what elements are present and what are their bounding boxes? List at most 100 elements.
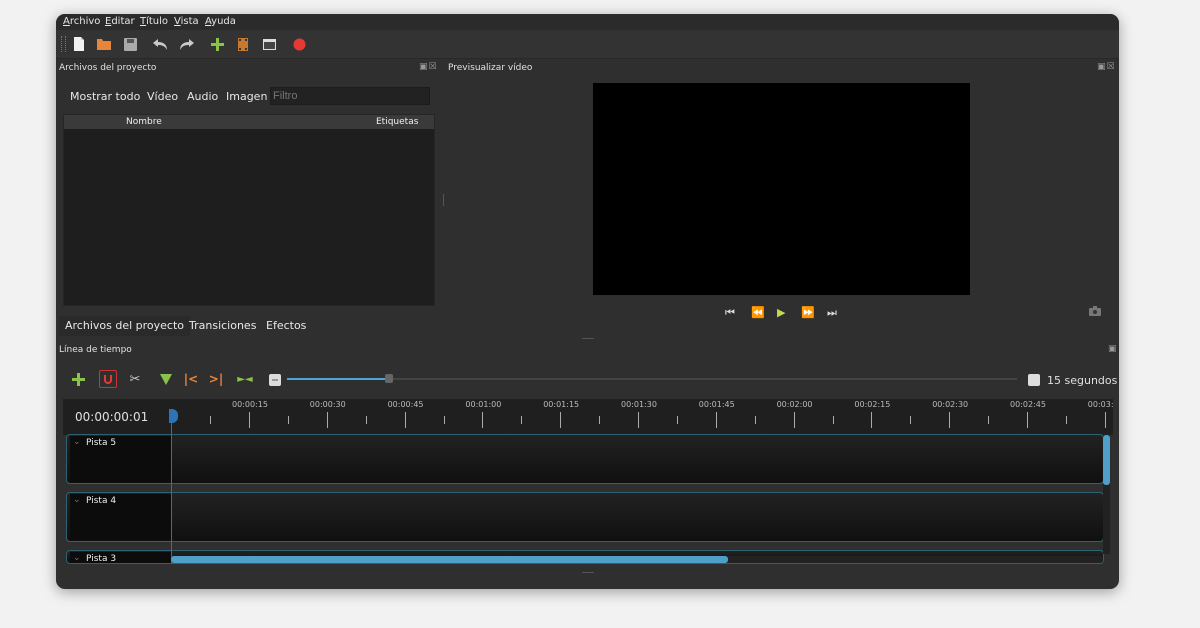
ruler-time-label: 00:01:45 [698,400,735,409]
ruler-minor-tick [832,416,834,424]
full-screen-icon[interactable] [261,36,277,52]
collapse-icon[interactable]: ⌄ [73,437,81,447]
ruler-time-label: 00:00:30 [309,400,346,409]
export-video-icon[interactable] [291,36,307,52]
ruler-minor-tick [910,416,912,424]
ruler-time-label: 00:01:00 [465,400,502,409]
ruler-minor-tick [210,416,212,424]
zoom-level-label: 15 segundos [1047,374,1118,387]
zoom-slider-track[interactable] [287,378,1017,380]
ruler-minor-tick [1065,416,1067,424]
camera-icon[interactable] [1089,306,1101,319]
redo-icon[interactable] [179,36,195,52]
ruler-major-tick [404,412,406,428]
preview-panel-float-close-icons[interactable]: ▣☒ [1097,62,1116,72]
filter-input[interactable] [270,87,430,105]
panel-splitter-vertical[interactable] [443,194,444,206]
profile-icon[interactable] [235,36,251,52]
timeline-float-icon[interactable]: ▣ [1108,344,1118,354]
ruler-major-tick [793,412,795,428]
next-marker-icon[interactable]: >| [208,371,224,387]
ruler-time-label: 00:00:15 [232,400,268,409]
track-header[interactable]: ⌄ Pista 5 [70,436,172,482]
vertical-scroll-thumb[interactable] [1103,435,1110,485]
current-time-display: 00:00:00:01 [75,410,149,424]
column-tags-header[interactable]: Etiquetas [376,117,418,127]
filter-video-tab[interactable]: Vídeo [147,87,178,107]
ruler-major-tick [1104,412,1106,428]
rewind-icon[interactable]: ⏪ [751,306,765,319]
ruler-time-label: 00:01:15 [543,400,580,409]
menu-titulo[interactable]: Título [140,16,168,27]
playhead-line[interactable] [171,412,172,564]
ruler-minor-tick [365,416,367,424]
file-list-header: Nombre Etiquetas [64,115,434,129]
play-icon[interactable]: ▶ [777,306,785,319]
track-name: Pista 3 [86,554,117,564]
ruler-time-label: 00:02:00 [776,400,813,409]
ruler-major-tick [1027,412,1028,428]
project-files-list[interactable]: Nombre Etiquetas [63,114,435,306]
ruler-minor-tick [988,416,990,424]
add-track-icon[interactable] [70,371,86,387]
ruler-major-tick [949,412,951,428]
track-header[interactable]: ⌄ Pista 4 [70,494,172,540]
track-row[interactable]: ⌄ Pista 4 [66,492,1104,542]
tab-project-files[interactable]: Archivos del proyecto [59,316,191,336]
ruler-major-tick [871,412,873,428]
filter-show-all-tab[interactable]: Mostrar todo [70,87,140,107]
horizontal-scroll-thumb[interactable] [171,556,728,563]
ruler-time-label: 00:00:45 [387,400,424,409]
jump-end-icon[interactable]: ⏭ [827,306,837,320]
zoom-out-icon[interactable] [267,372,283,388]
project-panel-float-close-icons[interactable]: ▣☒ [419,62,438,72]
jump-start-icon[interactable]: ⏮ [725,306,735,320]
menu-editar[interactable]: Editar [105,16,135,27]
track-name: Pista 5 [86,438,117,448]
ruler-minor-tick [676,416,678,424]
filter-image-tab[interactable]: Imagen [226,87,267,107]
panel-splitter-horizontal[interactable] [582,338,594,339]
track-header[interactable]: ⌄ Pista 3 [70,552,172,564]
menu-vista[interactable]: Vista [174,16,199,27]
track-row[interactable]: ⌄ Pista 5 [66,434,1104,484]
ruler-minor-tick [287,416,289,424]
filter-audio-tab[interactable]: Audio [187,87,218,107]
toolbar-grip[interactable] [61,36,66,52]
razor-scissors-icon[interactable]: ✂ [127,371,143,387]
zoom-in-icon[interactable] [1026,372,1042,388]
ruler-minor-tick [599,416,601,424]
center-playhead-icon[interactable]: ►◄ [234,371,256,387]
ruler-time-label: 00:01:30 [621,400,657,409]
snap-magnet-icon[interactable] [99,370,117,388]
ruler-time-label: 00:02:15 [854,400,891,409]
collapse-icon[interactable]: ⌄ [73,553,81,563]
fast-forward-icon[interactable]: ⏩ [801,306,815,319]
ruler-major-tick [482,412,484,428]
timeline-title: Línea de tiempo [59,345,132,355]
save-file-icon[interactable] [122,36,138,52]
openshot-window: Archivo Editar Título Vista Ayuda Archiv… [56,14,1119,589]
ruler-minor-tick [754,416,756,424]
tab-effects[interactable]: Efectos [260,316,312,336]
menu-bar: Archivo Editar Título Vista Ayuda [56,14,1119,30]
zoom-slider-handle[interactable] [385,374,393,383]
menu-ayuda[interactable]: Ayuda [205,16,236,27]
menu-archivo[interactable]: Archivo [63,16,100,27]
add-marker-icon[interactable] [158,371,174,387]
column-name-header[interactable]: Nombre [126,117,162,127]
ruler-major-tick [715,412,717,428]
ruler-time-label: 00:03: [1087,400,1114,409]
ruler-time-label: 00:02:45 [1010,400,1046,409]
import-files-icon[interactable] [209,36,225,52]
track-name: Pista 4 [86,496,117,506]
tab-transitions[interactable]: Transiciones [183,316,262,336]
collapse-icon[interactable]: ⌄ [73,495,81,505]
open-file-icon[interactable] [96,36,112,52]
undo-icon[interactable] [152,36,168,52]
previous-marker-icon[interactable]: |< [183,371,199,387]
bottom-splitter[interactable] [582,572,594,573]
video-preview [593,83,970,295]
new-file-icon[interactable] [71,36,87,52]
project-files-title: Archivos del proyecto [59,63,157,73]
